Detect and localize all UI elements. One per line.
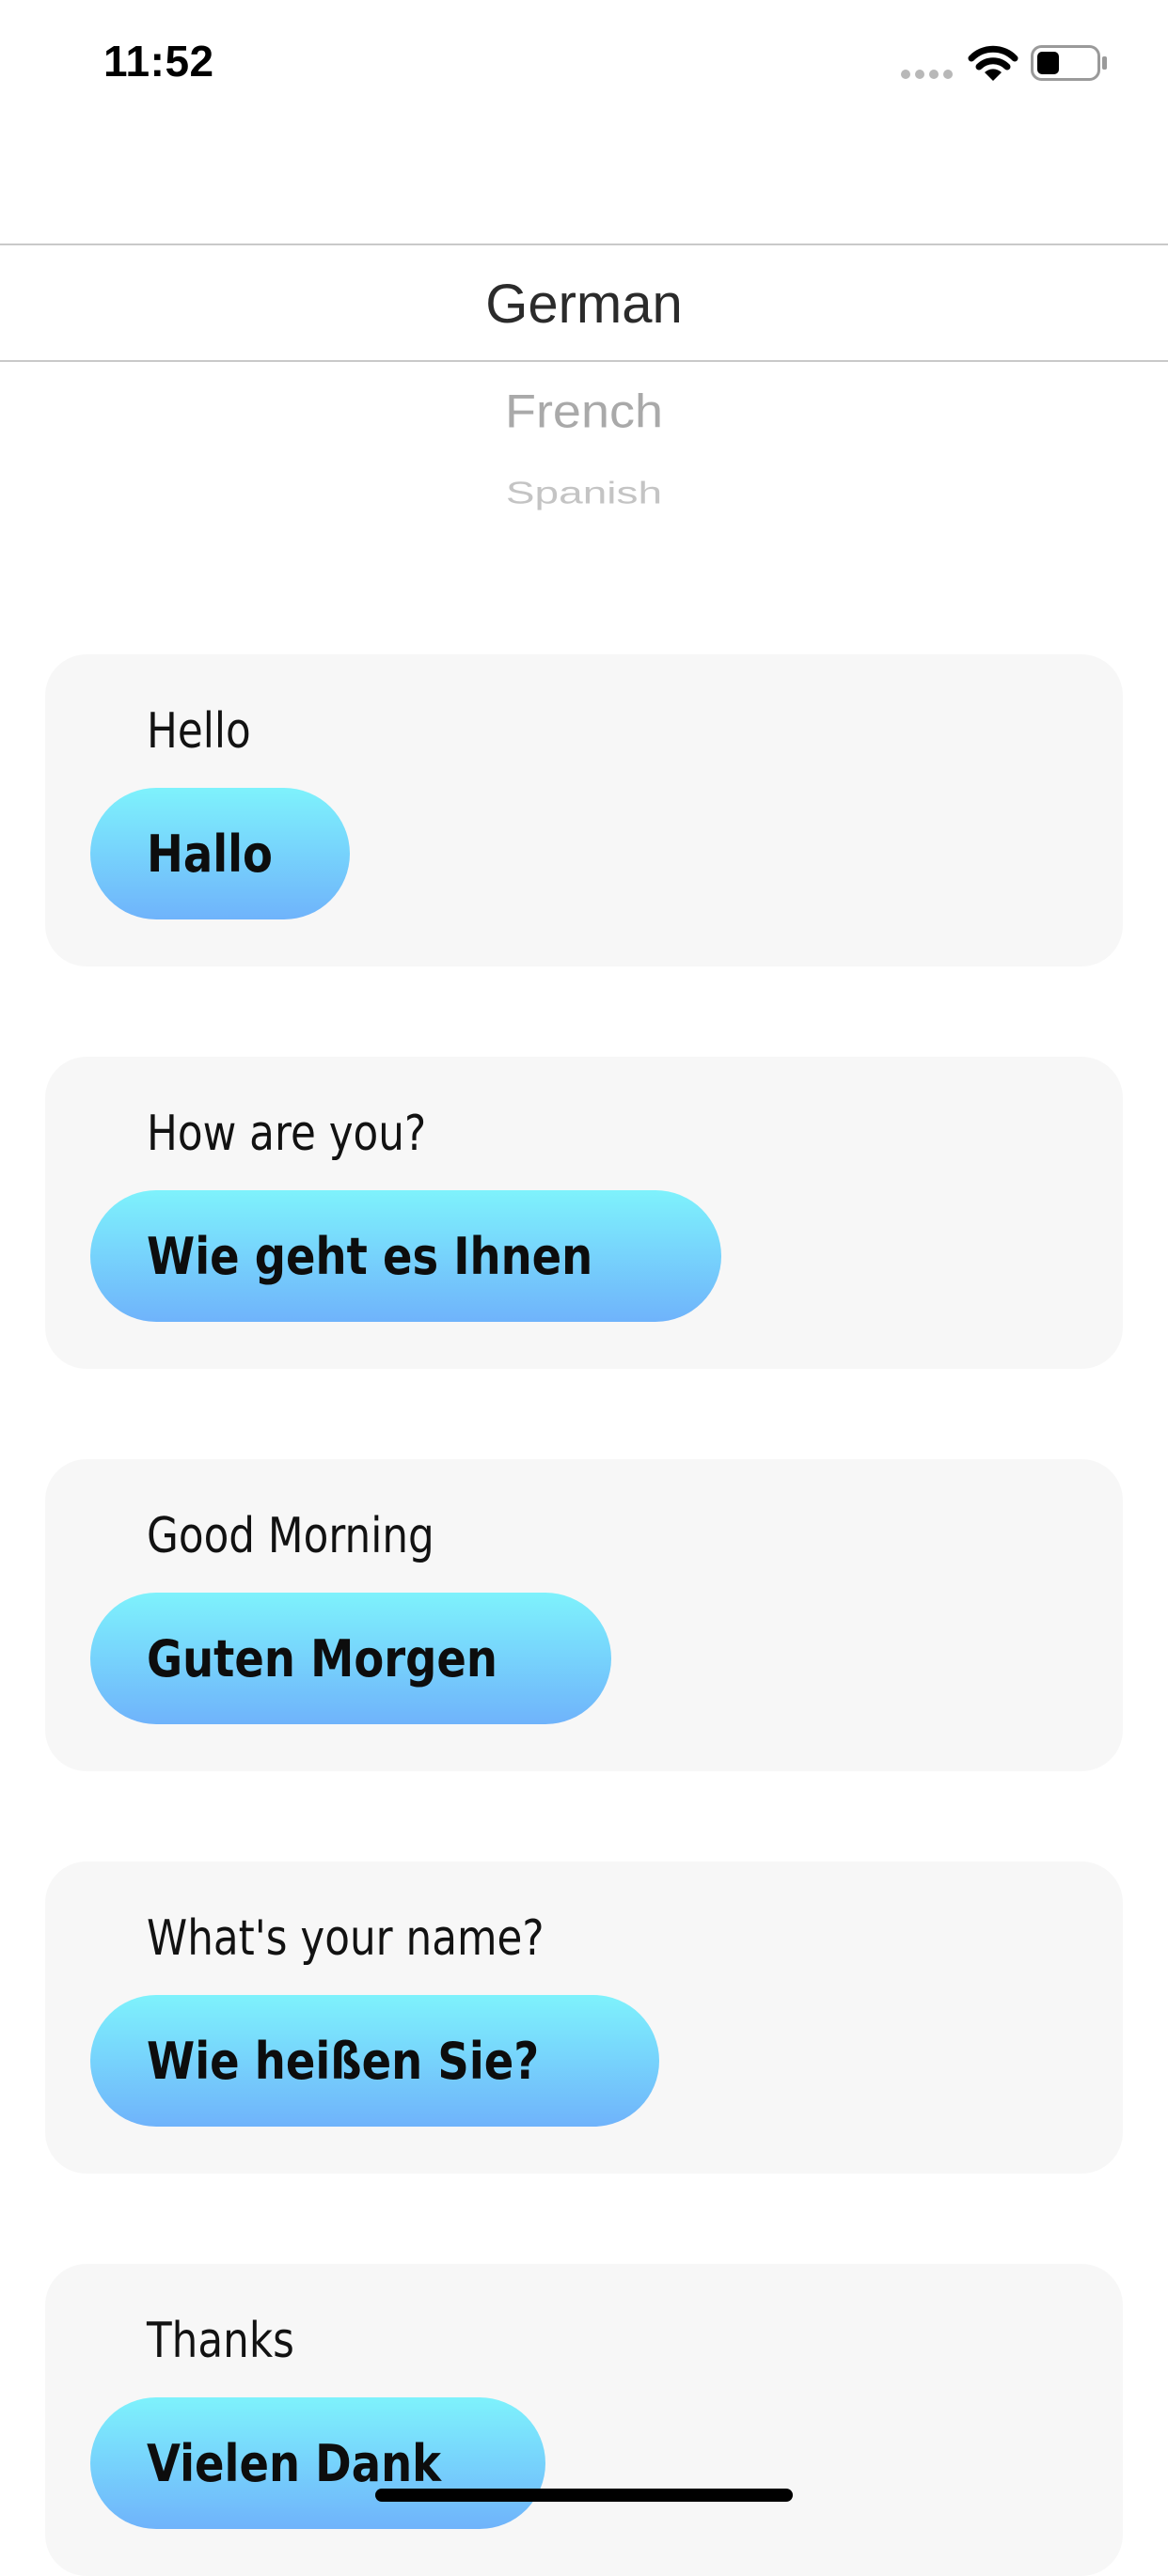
phrase-translation-button[interactable]: Guten Morgen (90, 1593, 611, 1724)
phrase-list: Hello Hallo How are you? Wie geht es Ihn… (0, 0, 1168, 2576)
phrase-card: What's your name? Wie heißen Sie? (45, 1861, 1123, 2174)
phrase-translation-label: Hallo (147, 824, 273, 884)
phrase-card: Hello Hallo (45, 654, 1123, 966)
phrase-card: Thanks Vielen Dank (45, 2264, 1123, 2576)
phrase-card: How are you? Wie geht es Ihnen (45, 1057, 1123, 1369)
phrase-translation-label: Vielen Dank (147, 2433, 442, 2493)
phrase-translation-button[interactable]: Hallo (90, 788, 350, 919)
phrase-source-text: What's your name? (147, 1910, 545, 1967)
phrase-source-text: Hello (147, 703, 251, 760)
phrase-translation-label: Wie heißen Sie? (147, 2031, 540, 2091)
phrase-translation-button[interactable]: Vielen Dank (90, 2397, 545, 2529)
phrase-card: Good Morning Guten Morgen (45, 1459, 1123, 1771)
phrase-translation-label: Guten Morgen (147, 1628, 497, 1689)
phrase-source-text: Thanks (147, 2313, 294, 2369)
phrase-source-text: How are you? (147, 1106, 427, 1162)
home-indicator[interactable] (375, 2489, 793, 2502)
phrase-translation-button[interactable]: Wie heißen Sie? (90, 1995, 660, 2127)
phrase-source-text: Good Morning (147, 1508, 434, 1564)
phrase-translation-button[interactable]: Wie geht es Ihnen (90, 1190, 722, 1322)
phrase-translation-label: Wie geht es Ihnen (147, 1226, 593, 1286)
